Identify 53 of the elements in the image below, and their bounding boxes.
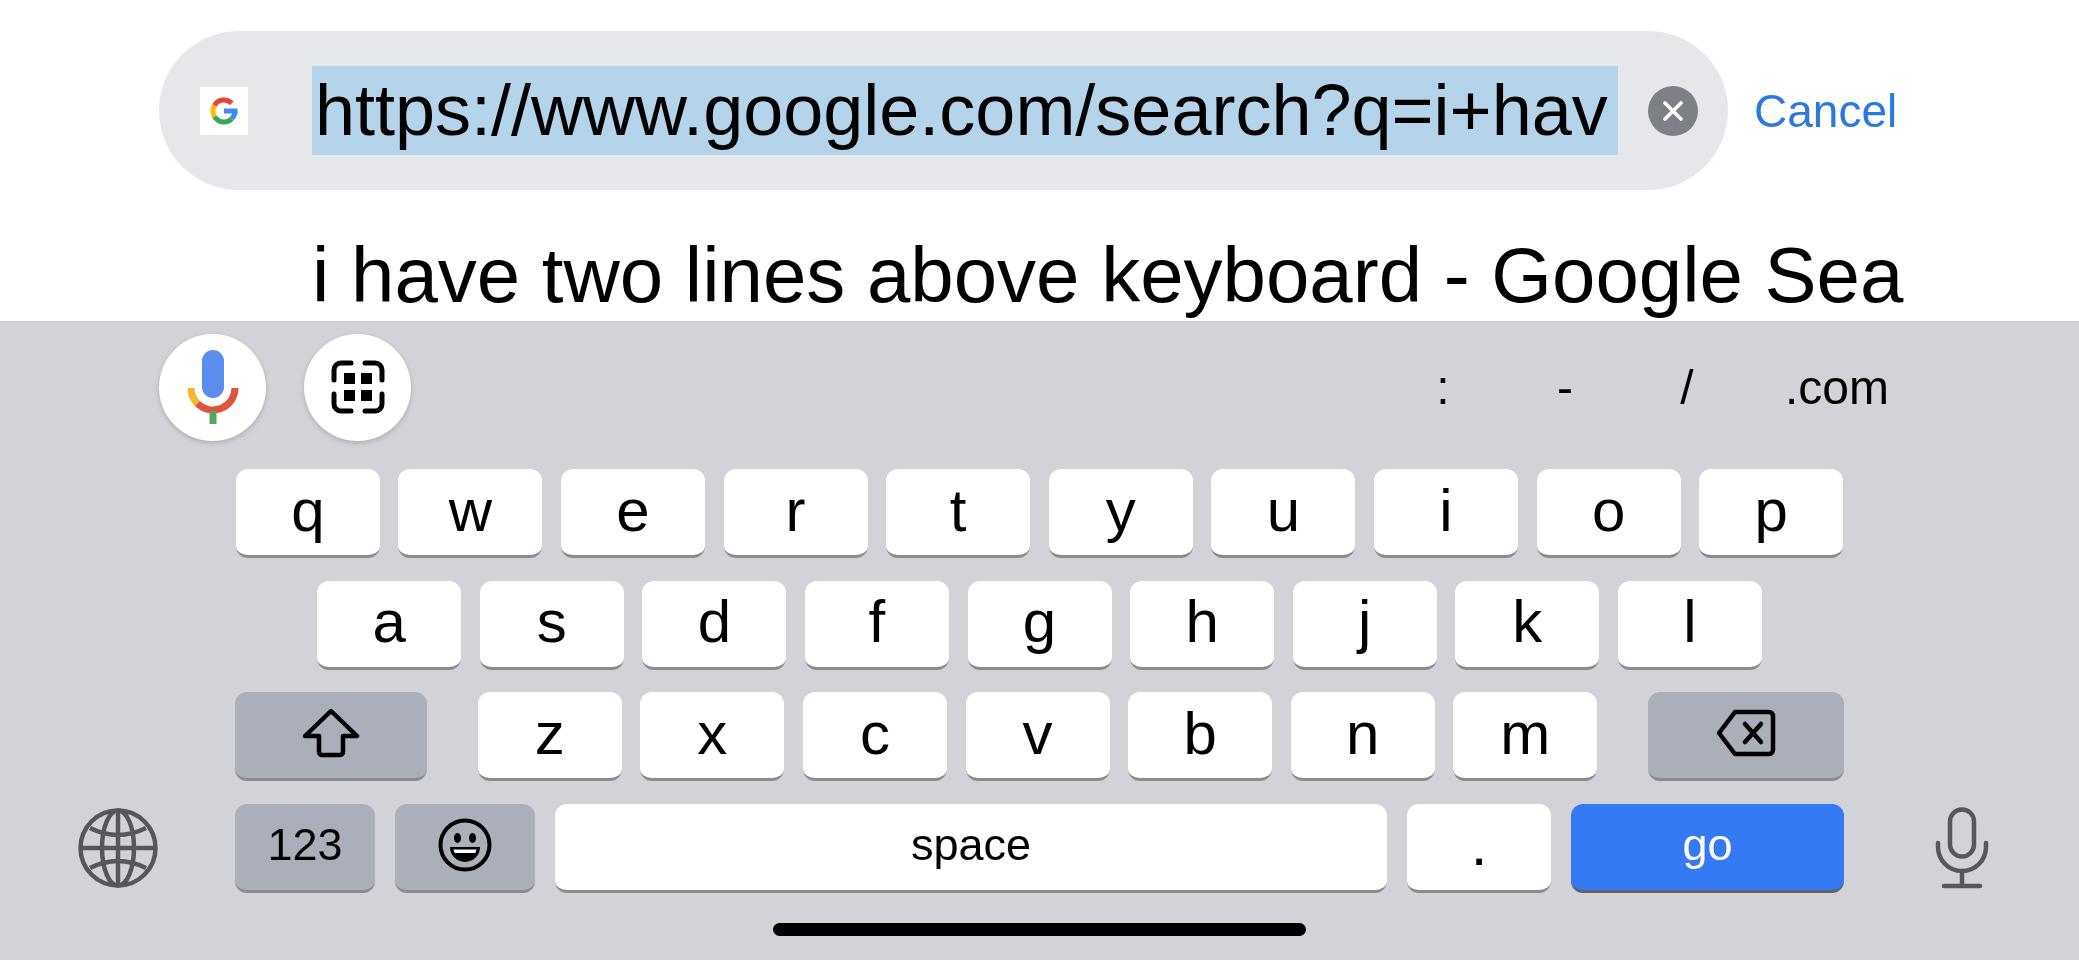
suggestion-title[interactable]: i have two lines above keyboard - Google Sea — [312, 231, 1904, 319]
keyboard-key[interactable]: d — [642, 580, 787, 670]
backspace-icon — [1716, 709, 1776, 757]
scan-button[interactable] — [304, 333, 411, 441]
keyboard-key[interactable]: y — [1048, 469, 1193, 558]
cancel-button[interactable]: Cancel — [1754, 83, 1898, 138]
shortcut-key[interactable]: .com — [1748, 352, 1926, 422]
microphone-icon — [186, 350, 239, 424]
shortcut-key[interactable]: / — [1626, 352, 1748, 422]
keyboard-key[interactable]: b — [1128, 692, 1273, 781]
keyboard-key[interactable]: n — [1290, 692, 1435, 781]
address-bar[interactable]: https://www.google.com/search?q=i+hav — [159, 31, 1728, 190]
keyboard-key[interactable]: a — [317, 580, 462, 670]
keyboard-key[interactable]: x — [640, 692, 785, 781]
keyboard-key[interactable]: p — [1699, 469, 1844, 558]
keyboard-key[interactable]: e — [561, 469, 705, 558]
shift-key[interactable] — [235, 692, 427, 781]
keyboard-key[interactable]: w — [398, 469, 543, 558]
go-key[interactable]: go — [1571, 803, 1844, 893]
keyboard-key[interactable]: k — [1455, 580, 1600, 670]
keyboard-key[interactable]: . — [1407, 803, 1551, 893]
delete-key[interactable] — [1648, 692, 1844, 781]
clear-button[interactable] — [1648, 85, 1698, 136]
g-logo-icon — [200, 86, 248, 135]
keyboard-key[interactable]: f — [804, 580, 949, 670]
smiley-icon — [438, 817, 492, 872]
keyboard-key[interactable]: c — [802, 692, 947, 781]
numbers-key[interactable]: 123 — [235, 803, 375, 893]
keyboard-key[interactable]: i — [1374, 469, 1518, 558]
keyboard-key[interactable]: m — [1453, 692, 1598, 781]
keyboard-key[interactable]: s — [479, 580, 624, 670]
keyboard-key[interactable]: j — [1292, 580, 1437, 670]
keyboard-key[interactable]: o — [1536, 469, 1681, 558]
keyboard-key[interactable]: h — [1130, 580, 1275, 670]
shift-arrow-icon — [302, 708, 360, 758]
keyboard-key[interactable]: l — [1617, 580, 1762, 670]
microphone-icon[interactable] — [1933, 807, 1990, 889]
shortcut-key[interactable]: : — [1382, 352, 1504, 422]
keyboard-key[interactable]: r — [723, 469, 868, 558]
url-input[interactable]: https://www.google.com/search?q=i+hav — [312, 66, 1618, 155]
close-icon — [1663, 100, 1683, 121]
keyboard-key[interactable]: t — [886, 469, 1031, 558]
keyboard-key[interactable]: z — [477, 692, 622, 781]
keyboard-key[interactable]: u — [1211, 469, 1356, 558]
keyboard-key[interactable]: q — [235, 469, 380, 558]
shortcut-key[interactable]: - — [1504, 352, 1626, 422]
keyboard-key[interactable]: v — [965, 692, 1110, 781]
emoji-key[interactable] — [395, 803, 535, 893]
keyboard-key[interactable]: g — [967, 580, 1112, 670]
space-bar[interactable]: space — [555, 803, 1387, 893]
scan-icon — [330, 360, 385, 414]
voice-search-button[interactable] — [159, 333, 266, 441]
globe-icon[interactable] — [77, 808, 158, 888]
